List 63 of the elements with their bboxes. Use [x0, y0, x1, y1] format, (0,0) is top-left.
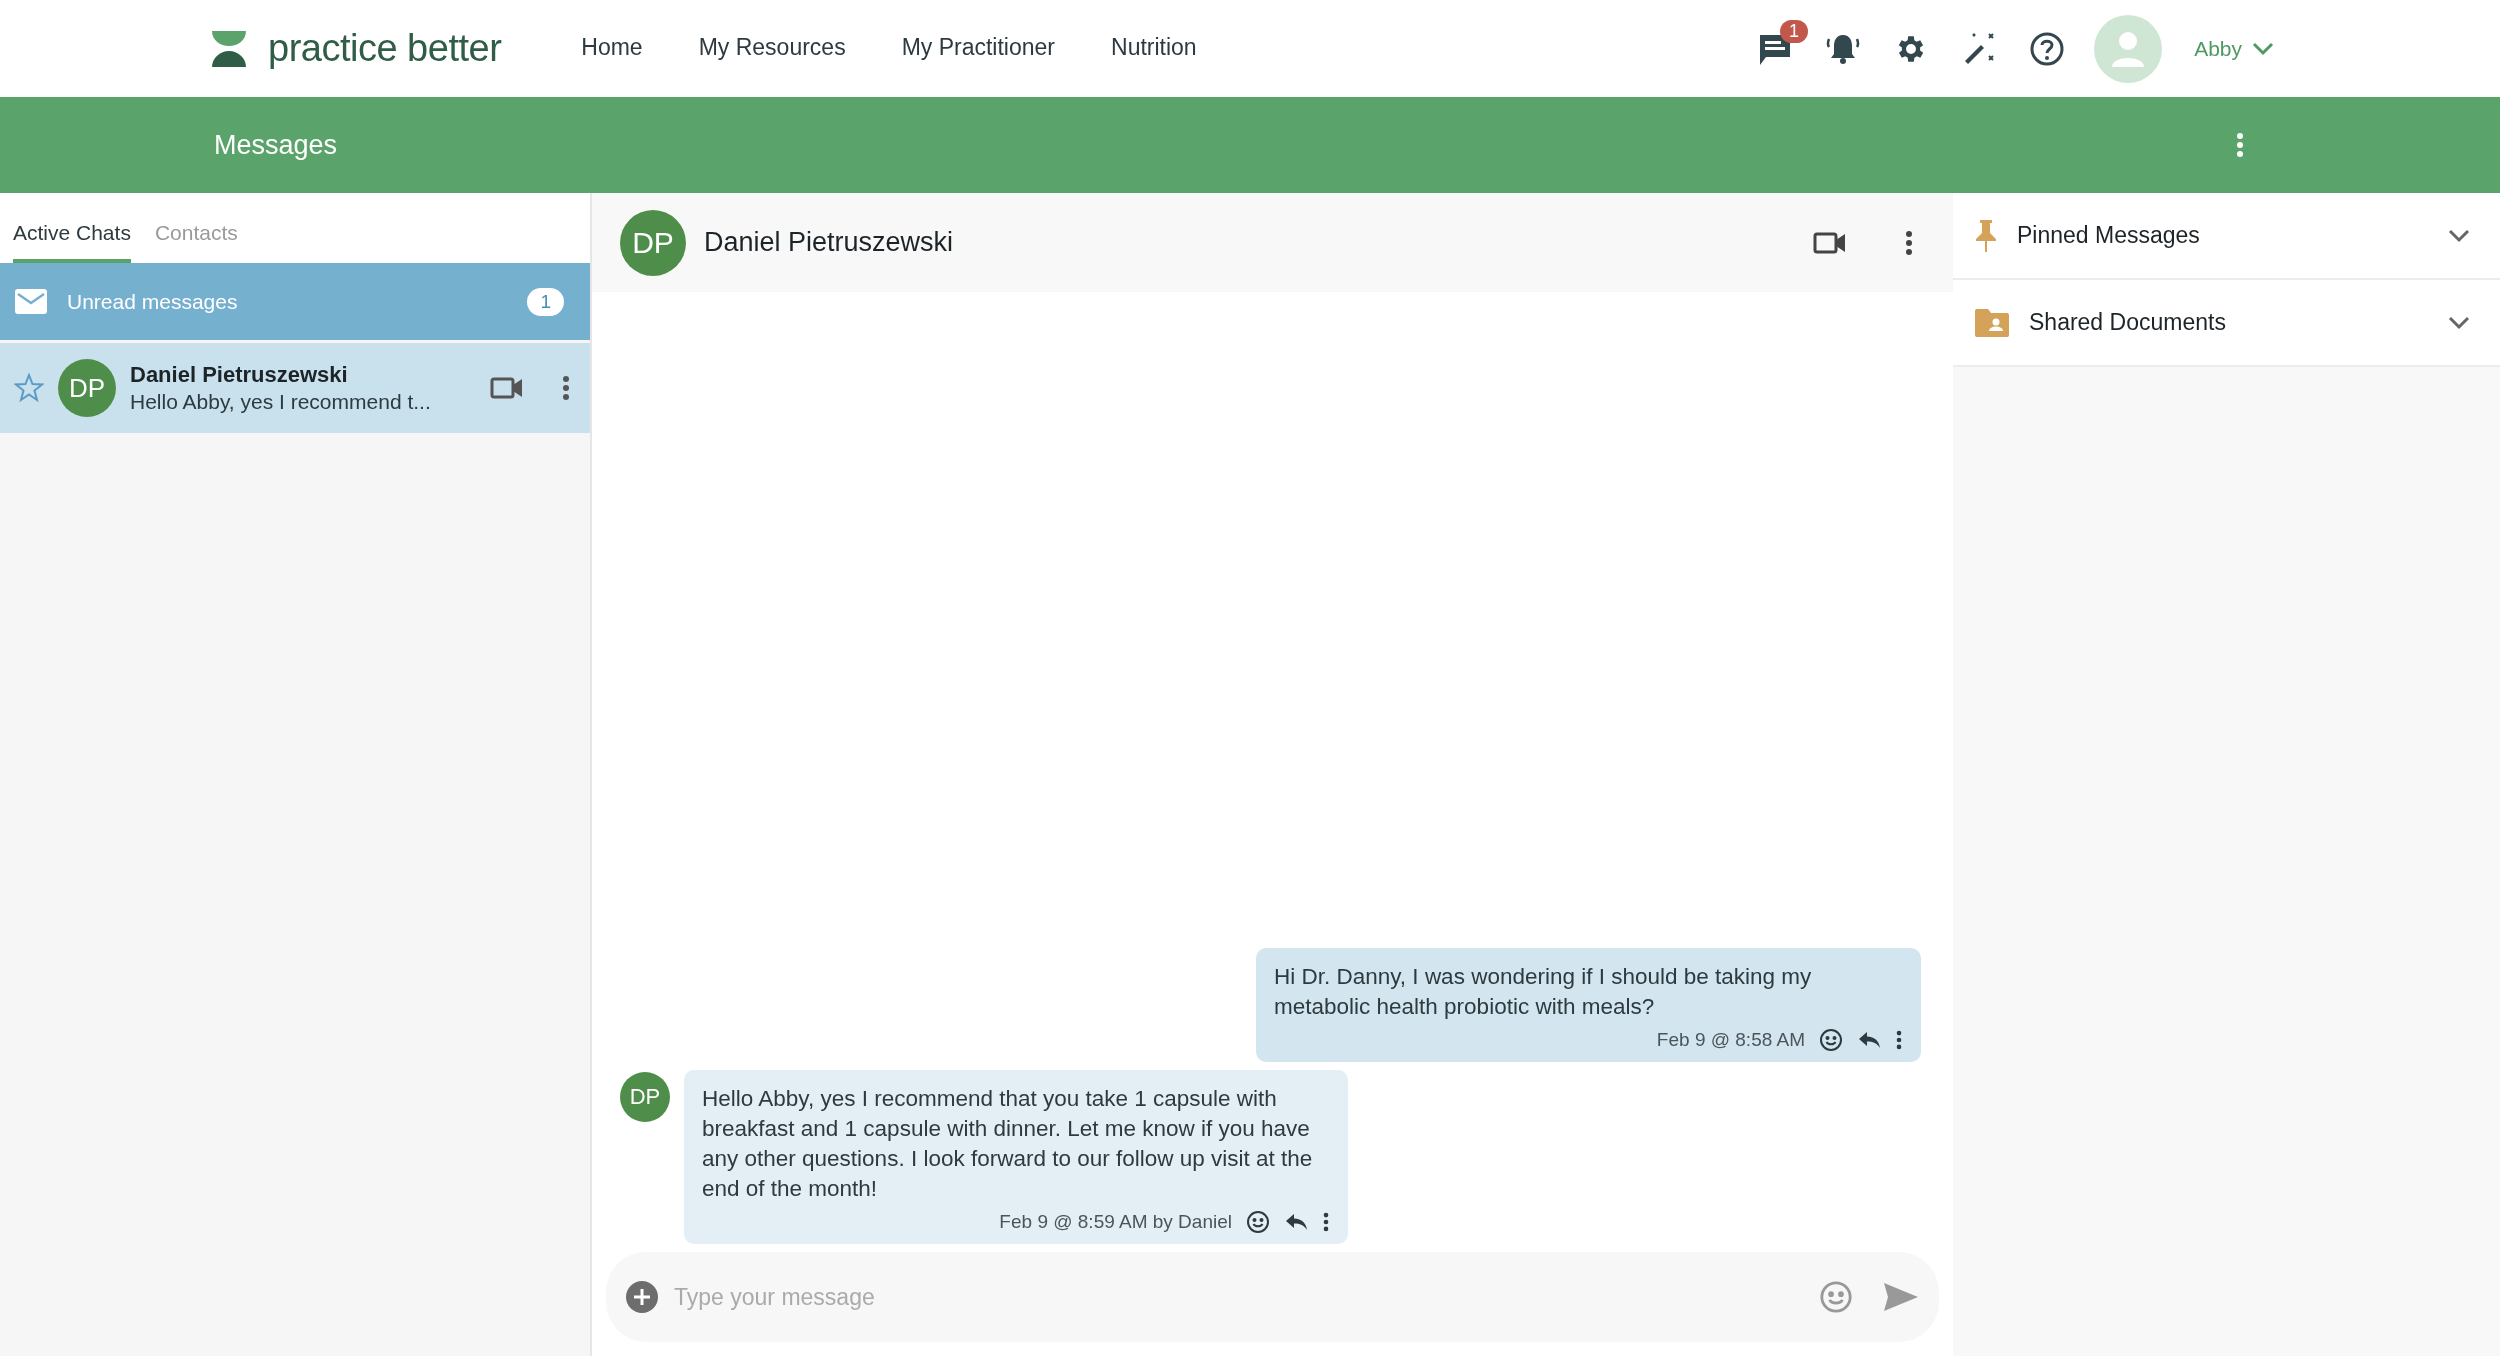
video-camera-icon — [490, 377, 524, 399]
more-button[interactable] — [1905, 229, 1913, 256]
message-input[interactable]: Type your message — [672, 1282, 1805, 1312]
nav-link[interactable]: My Resources — [698, 27, 846, 70]
nav-link[interactable]: My Practitioner — [901, 27, 1055, 70]
contact-avatar: DP — [58, 359, 116, 417]
nav-link[interactable]: Nutrition — [1111, 27, 1197, 70]
reply-button[interactable] — [1284, 1212, 1308, 1232]
help-icon — [2030, 31, 2065, 66]
more-icon — [562, 375, 570, 401]
folder-icon — [1975, 308, 2009, 337]
more-button[interactable] — [562, 375, 570, 401]
emoji-button[interactable] — [1819, 1280, 1853, 1314]
nav-link[interactable]: Home — [581, 27, 643, 70]
pin-icon — [1975, 218, 1997, 253]
accordion-label: Pinned Messages — [2017, 222, 2200, 249]
reply-button[interactable] — [1857, 1030, 1881, 1050]
logo-text: practice better — [268, 27, 502, 70]
message-text: Hello Abby, yes I recommend that you take 1 capsule with breakfast and 1 capsule with dinner. Let me know if you have any other questions. I look forward to our follow up visit at the end of the month! — [702, 1085, 1314, 1203]
reply-icon — [1857, 1030, 1881, 1050]
accordion-header[interactable]: Shared Documents — [1953, 280, 2500, 367]
attach-button[interactable] — [626, 1281, 658, 1313]
emoji-icon — [1819, 1280, 1853, 1314]
logo-icon — [212, 30, 246, 67]
message-timestamp: Feb 9 @ 8:59 AM by Daniel — [999, 1211, 1232, 1233]
contact-name: Daniel Pietruszewski — [704, 227, 954, 258]
chevron-down-icon — [2448, 315, 2470, 330]
accordion-label: Shared Documents — [2029, 309, 2226, 336]
star-icon[interactable] — [14, 373, 44, 403]
message-timestamp: Feb 9 @ 8:58 AM — [1656, 1029, 1805, 1051]
message-field[interactable]: Type your message — [606, 1252, 1939, 1342]
react-button[interactable] — [1819, 1028, 1843, 1052]
notification-badge: 1 — [1780, 19, 1809, 43]
more-icon — [1905, 229, 1913, 256]
envelope-icon — [15, 289, 47, 314]
accordion-header[interactable]: Pinned Messages — [1953, 193, 2500, 280]
plus-icon — [626, 1281, 658, 1313]
react-button[interactable] — [1246, 1210, 1270, 1234]
unread-label: Unread messages — [67, 289, 238, 314]
more-icon — [1322, 1212, 1330, 1232]
more-icon — [2236, 132, 2244, 158]
reply-icon — [1284, 1212, 1308, 1232]
chat-list-item[interactable]: DP Daniel Pietruszewski Hello Abby, yes I recommend t... — [0, 343, 590, 433]
message-preview: Hello Abby, yes I recommend t... — [130, 390, 432, 414]
send-icon — [1883, 1282, 1919, 1312]
sender-avatar: DP — [620, 1072, 670, 1122]
page-title: Messages — [214, 129, 338, 161]
chevron-down-icon — [2252, 41, 2274, 56]
video-camera-icon — [1813, 231, 1847, 254]
more-icon — [1895, 1030, 1903, 1050]
contact-name: Daniel Pietruszewski — [130, 362, 349, 388]
video-call-button[interactable] — [490, 377, 524, 399]
more-button[interactable] — [1895, 1030, 1903, 1050]
emoji-icon — [1246, 1210, 1270, 1234]
more-button[interactable] — [1322, 1212, 1330, 1232]
chevron-down-icon — [2448, 228, 2470, 243]
video-call-button[interactable] — [1813, 231, 1847, 254]
emoji-icon — [1819, 1028, 1843, 1052]
message-text: Hi Dr. Danny, I was wondering if I should be taking my metabolic health probiotic with meals? — [1274, 963, 1813, 1021]
unread-messages-button[interactable]: Unread messages 1 — [0, 263, 590, 340]
unread-count: 1 — [527, 287, 564, 316]
contact-avatar: DP — [620, 209, 686, 276]
send-button[interactable] — [1883, 1282, 1919, 1312]
